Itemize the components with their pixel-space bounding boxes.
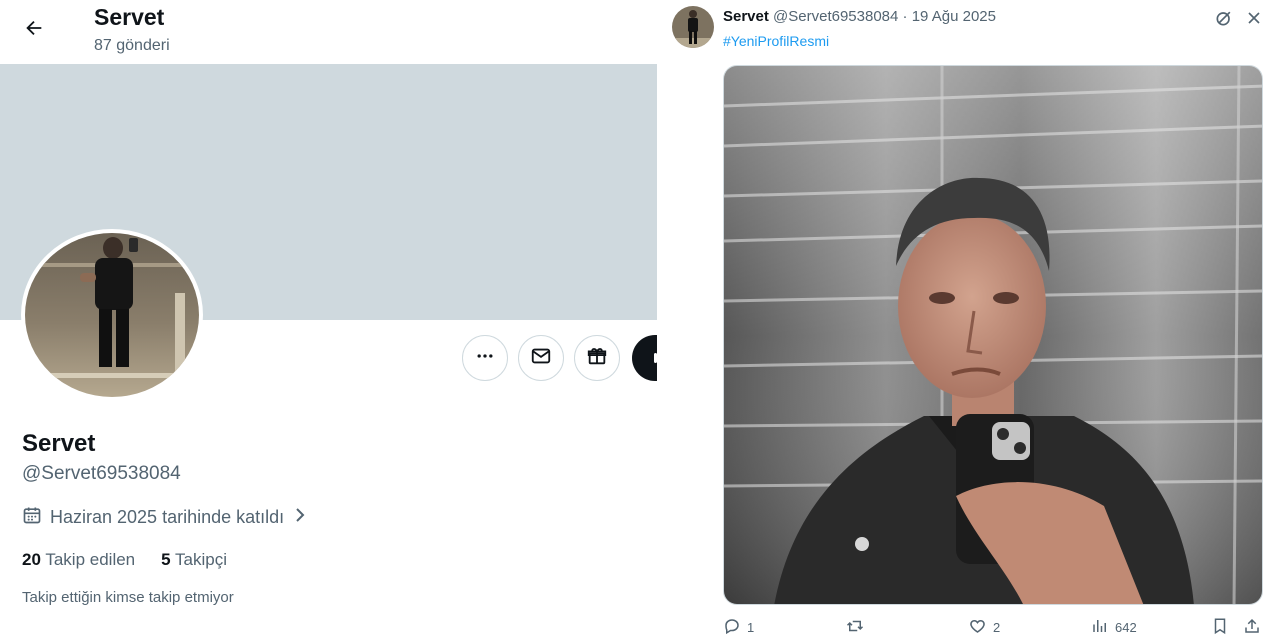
heart-icon — [968, 617, 987, 638]
bookmark-button[interactable] — [1211, 617, 1229, 638]
chevron-right-icon — [292, 506, 308, 529]
follow-button[interactable] — [632, 335, 657, 381]
profile-stats: 20 Takip edilen 5 Takipçi — [22, 550, 227, 570]
like-count: 2 — [993, 620, 1001, 635]
tweet-panel: Servet @Servet69538084 · 19 Ağu 2025 #Ye… — [657, 0, 1280, 640]
close-icon[interactable] — [1244, 8, 1264, 33]
reply-icon — [723, 617, 741, 638]
envelope-icon — [530, 345, 552, 372]
bookmark-icon — [1211, 617, 1229, 638]
calendar-icon — [22, 505, 42, 530]
gift-icon — [586, 345, 608, 372]
profile-actions — [462, 335, 620, 381]
profile-handle: @Servet69538084 — [22, 463, 181, 484]
tweet-header: Servet @Servet69538084 · 19 Ağu 2025 — [723, 8, 996, 25]
more-button[interactable] — [462, 335, 508, 381]
profile-panel: Servet 87 gönderi Servet @Servet69538084… — [0, 0, 657, 640]
tweet-hashtag[interactable]: #YeniProfilResmi — [723, 33, 829, 49]
tweet-separator: · — [902, 8, 908, 25]
topbar-name: Servet — [94, 4, 165, 30]
views-icon — [1091, 617, 1109, 638]
retweet-icon — [845, 617, 865, 638]
grok-icon[interactable] — [1214, 8, 1234, 33]
profile-topbar: Servet 87 gönderi — [0, 0, 657, 64]
tweet-date[interactable]: 19 Ağu 2025 — [912, 8, 996, 25]
joined-date[interactable]: Haziran 2025 tarihinde katıldı — [22, 505, 308, 530]
share-icon — [1243, 617, 1261, 638]
profile-name: Servet — [22, 430, 96, 457]
tweet-author-avatar[interactable] — [672, 6, 714, 48]
tweet-author-handle[interactable]: @Servet69538084 — [773, 8, 898, 25]
gift-button[interactable] — [574, 335, 620, 381]
tweet-top-actions — [1214, 8, 1264, 33]
more-icon — [475, 346, 495, 371]
message-button[interactable] — [518, 335, 564, 381]
reply-count: 1 — [747, 620, 755, 635]
arrow-left-icon — [23, 17, 45, 44]
tweet-author-name[interactable]: Servet — [723, 8, 769, 25]
retweet-button[interactable] — [845, 617, 865, 638]
followers-link[interactable]: 5 Takipçi — [161, 550, 227, 570]
followers-label: Takipçi — [175, 550, 227, 569]
following-label: Takip edilen — [45, 550, 136, 569]
like-button[interactable]: 2 — [968, 617, 1000, 638]
joined-label: Haziran 2025 tarihinde katıldı — [50, 507, 285, 527]
back-button[interactable] — [16, 12, 52, 48]
followers-you-know-note: Takip ettiğin kimse takip etmiyor — [22, 589, 234, 606]
post-count: 87 gönderi — [94, 37, 170, 54]
reply-button[interactable]: 1 — [723, 617, 754, 638]
views-count: 642 — [1115, 620, 1137, 635]
followers-count: 5 — [161, 550, 171, 569]
following-count: 20 — [22, 550, 41, 569]
views-button[interactable]: 642 — [1091, 617, 1137, 638]
tweet-action-bar: 1 2 642 — [723, 617, 1269, 639]
following-link[interactable]: 20 Takip edilen — [22, 550, 135, 570]
share-button[interactable] — [1243, 617, 1261, 638]
tweet-photo[interactable] — [723, 65, 1263, 605]
profile-avatar[interactable] — [21, 229, 203, 401]
